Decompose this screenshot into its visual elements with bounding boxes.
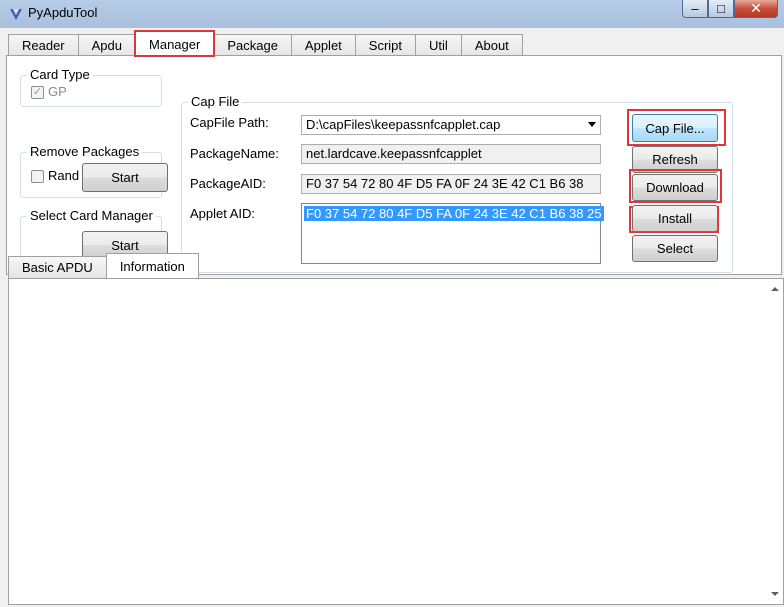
- vertical-scrollbar[interactable]: [766, 279, 783, 604]
- maximize-icon: □: [717, 1, 725, 16]
- tab-information[interactable]: Information: [105, 253, 199, 278]
- tab-util[interactable]: Util: [415, 34, 462, 56]
- close-button[interactable]: ✕: [734, 0, 778, 18]
- package-name-label: PackageName:: [190, 146, 279, 161]
- check-icon: ✓: [32, 86, 43, 98]
- package-name-value: net.lardcave.keepassnfcapplet: [306, 146, 482, 161]
- tab-about[interactable]: About: [460, 34, 523, 56]
- select-button[interactable]: Select: [632, 235, 718, 262]
- package-name-field[interactable]: net.lardcave.keepassnfcapplet: [301, 144, 601, 164]
- scroll-down-icon[interactable]: [771, 592, 779, 596]
- applet-aid-label: Applet AID:: [190, 206, 256, 221]
- capfile-path-value: D:\capFiles\keepassnfcapplet.cap: [306, 117, 501, 132]
- main-tab-strip: Reader Apdu Manager Package Applet Scrip…: [8, 30, 523, 57]
- package-aid-label: PackageAID:: [190, 176, 266, 191]
- remove-packages-start-button[interactable]: Start: [82, 163, 168, 192]
- tab-applet[interactable]: Applet: [290, 34, 356, 56]
- rand-checkbox[interactable]: [31, 170, 44, 183]
- manager-panel: Card Type ✓ GP Remove Packages Rand Star…: [6, 55, 782, 275]
- window-controls: – □ ✕: [682, 0, 778, 18]
- install-button[interactable]: Install: [632, 205, 718, 232]
- tab-script[interactable]: Script: [354, 34, 417, 56]
- download-button[interactable]: Download: [632, 174, 718, 201]
- applet-aid-selected-item[interactable]: F0 37 54 72 80 4F D5 FA 0F 24 3E 42 C1 B…: [304, 206, 604, 221]
- applet-aid-list[interactable]: F0 37 54 72 80 4F D5 FA 0F 24 3E 42 C1 B…: [301, 203, 604, 264]
- information-output-area[interactable]: [8, 278, 784, 605]
- tab-package[interactable]: Package: [213, 34, 292, 56]
- card-type-title: Card Type: [27, 67, 93, 82]
- tab-reader[interactable]: Reader: [8, 34, 79, 56]
- tab-basic-apdu[interactable]: Basic APDU: [8, 256, 107, 278]
- capfile-path-label: CapFile Path:: [190, 115, 269, 130]
- remove-packages-title: Remove Packages: [27, 144, 143, 159]
- capfile-path-combo[interactable]: D:\capFiles\keepassnfcapplet.cap: [301, 115, 601, 135]
- window-client-area: Reader Apdu Manager Package Applet Scrip…: [0, 28, 784, 607]
- card-type-group: Card Type ✓ GP: [20, 67, 162, 107]
- rand-label: Rand: [48, 168, 80, 183]
- remove-packages-group: Remove Packages Rand Start: [20, 144, 168, 198]
- minimize-button[interactable]: –: [682, 0, 708, 18]
- scroll-up-icon[interactable]: [771, 287, 779, 291]
- gp-label: GP: [48, 84, 67, 99]
- package-aid-value: F0 37 54 72 80 4F D5 FA 0F 24 3E 42 C1 B…: [306, 176, 584, 191]
- app-icon: [10, 9, 22, 20]
- cap-file-button[interactable]: Cap File...: [632, 114, 718, 142]
- chevron-down-icon: [588, 122, 596, 127]
- maximize-button[interactable]: □: [708, 0, 734, 18]
- close-icon: ✕: [750, 0, 762, 16]
- title-bar: PyApduTool – □ ✕: [0, 0, 784, 28]
- gp-checkbox[interactable]: ✓: [31, 86, 44, 99]
- minimize-icon: –: [691, 1, 699, 16]
- output-tab-strip: Basic APDU Information: [8, 253, 199, 278]
- cap-file-title: Cap File: [188, 94, 243, 109]
- select-card-manager-title: Select Card Manager: [27, 208, 156, 223]
- tab-apdu[interactable]: Apdu: [77, 34, 137, 56]
- tab-manager[interactable]: Manager: [134, 30, 216, 57]
- package-aid-field[interactable]: F0 37 54 72 80 4F D5 FA 0F 24 3E 42 C1 B…: [301, 174, 601, 194]
- window-title: PyApduTool: [28, 5, 98, 20]
